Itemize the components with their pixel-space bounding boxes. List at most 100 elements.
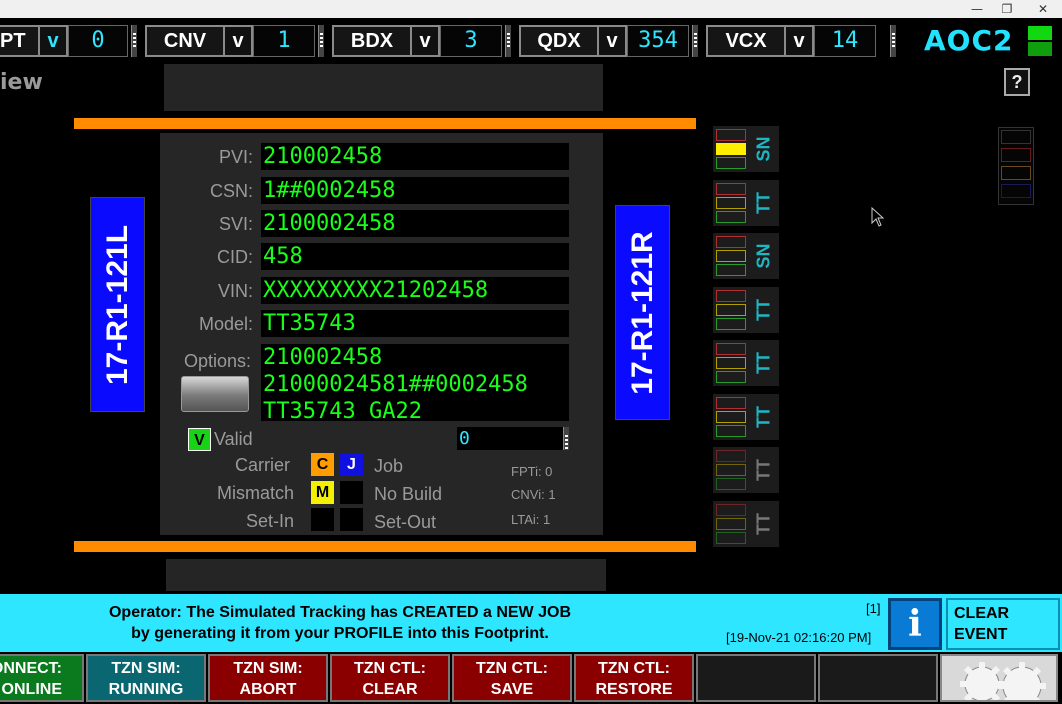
carrier-label: Carrier [234,455,290,475]
control-button-2[interactable]: TZN SIM: RUNNING [86,654,206,702]
job-flag: J [340,453,363,476]
footprint-tile[interactable]: TT [713,340,779,386]
counter-cnv-dropdown[interactable]: v [223,25,253,57]
valid-label: Valid [214,429,253,449]
mouse-pointer-icon [871,207,885,227]
field-value-pvi: 210002458 [261,143,569,170]
counter-vcx-spinner[interactable] [890,25,896,57]
nobuild-label: No Build [374,484,443,504]
control-button-6[interactable]: TZN CTL: RESTORE [574,654,694,702]
control-button-line-1: TZN CTL: [354,660,426,677]
control-button-line-2: RUNNING [108,681,184,698]
field-value-cid: 458 [261,243,569,270]
control-button-5[interactable]: TZN CTL: SAVE [452,654,572,702]
setin-flag [311,508,334,531]
tile-label: TT [753,459,774,481]
nobuild-flag [340,481,363,504]
footprint-tile[interactable]: TT [713,286,779,333]
restore-button[interactable]: ❐ [990,0,1024,18]
control-button-line-2: ONLINE [1,681,62,698]
close-button[interactable]: ✕ [1026,0,1060,18]
message-count: [1] [866,601,881,616]
clear-event-line-2: EVENT [954,626,1008,643]
control-button-8[interactable] [818,654,938,702]
field-label-csn: CSN: [209,181,253,201]
tile-label: TT [753,352,774,374]
setin-label: Set-In [245,511,294,531]
message-timestamp: [19-Nov-21 02:16:20 PM] [726,630,872,645]
job-label: Job [374,456,404,476]
tile-indicator-grid [716,503,746,544]
field-label-vin: VIN: [217,281,253,301]
footprint-tile[interactable]: TT [713,447,779,493]
minimize-button[interactable]: — [960,0,994,18]
counter-pt-label: PT [0,25,40,57]
help-button[interactable]: ? [1004,68,1030,96]
control-button-4[interactable]: TZN CTL: CLEAR [330,654,450,702]
clear-event-button[interactable]: CLEAR EVENT [946,598,1060,650]
status-light-upper [1028,26,1052,40]
legend-swatch [1001,130,1031,144]
tile-label: TT [753,512,774,535]
message-line-2: by generating it from your PROFILE into … [131,625,549,642]
control-button-line-2: RESTORE [595,681,673,698]
clear-event-line-1: CLEAR [954,605,1010,622]
tile-label: TT [753,191,774,214]
field-value-csn: 1##0002458 [261,177,569,204]
control-button-7[interactable] [696,654,816,702]
tile-label: SN [753,136,774,162]
footprint-tile[interactable]: TT [713,393,779,440]
counter-cnv-spinner[interactable] [318,25,324,57]
settings-gear-button[interactable] [940,654,1058,702]
counter-qdx-value: 354 [627,25,689,57]
control-button-1[interactable]: ONNECT: ONLINE [0,654,84,702]
field-label-cid: CID: [217,247,253,267]
counter-cnv-value: 1 [253,25,315,57]
field-label-svi: SVI: [218,214,253,234]
option-line: 210002458 [263,345,383,370]
counter-pt-spinner[interactable] [131,25,137,57]
info-button[interactable]: i [888,598,942,650]
footprint-tile[interactable]: SN [713,126,779,172]
top-orange-divider [74,118,696,129]
setout-label: Set-Out [374,512,437,532]
tile-indicator-grid [716,450,746,490]
tile-indicator-grid [716,396,746,437]
control-button-line-1: TZN CTL: [476,660,548,677]
options-box: 210002458 21000024581##0002458 TT35743 G… [261,344,569,421]
status-light-lower [1028,42,1052,56]
counter-qdx-dropdown[interactable]: v [597,25,627,57]
option-line: 21000024581##0002458 [263,372,528,397]
counter-bdx-value: 3 [440,25,502,57]
valid-spinner[interactable] [563,427,569,451]
counter-vcx-label: VCX [706,25,786,57]
counter-pt-dropdown[interactable]: v [38,25,68,57]
setout-flag [340,508,363,531]
counter-vcx-dropdown[interactable]: v [784,25,814,57]
legend-swatch [1001,166,1031,180]
fpti-counter: FPTi: 0 [511,464,553,479]
control-button-line-1: TZN CTL: [598,660,670,677]
counter-bdx-spinner[interactable] [505,25,511,57]
right-location-label: 17-R1-121R [615,205,670,420]
window-title-bar [0,0,1062,18]
left-location-label: 17-R1-121L [90,197,145,412]
footprint-tile[interactable]: TT [713,179,779,226]
counter-bdx-dropdown[interactable]: v [410,25,440,57]
gear-icon [960,662,1046,700]
tile-label: SN [753,243,774,269]
ltai-counter: LTAi: 1 [511,512,551,527]
options-button[interactable] [181,376,249,412]
counter-qdx-spinner[interactable] [692,25,698,57]
control-button-line-1: TZN SIM: [111,660,181,677]
tile-indicator-grid [716,129,746,169]
control-button-3[interactable]: TZN SIM: ABORT [208,654,328,702]
mismatch-flag: M [311,481,334,504]
info-icon: i [908,603,922,645]
footprint-tile[interactable]: SN [713,233,779,279]
footprint-tile[interactable]: TT [713,500,779,547]
counter-vcx-value: 14 [814,25,876,57]
app-name: AOC2 [924,24,1014,57]
tile-indicator-grid [716,182,746,223]
tile-indicator-grid [716,289,746,330]
